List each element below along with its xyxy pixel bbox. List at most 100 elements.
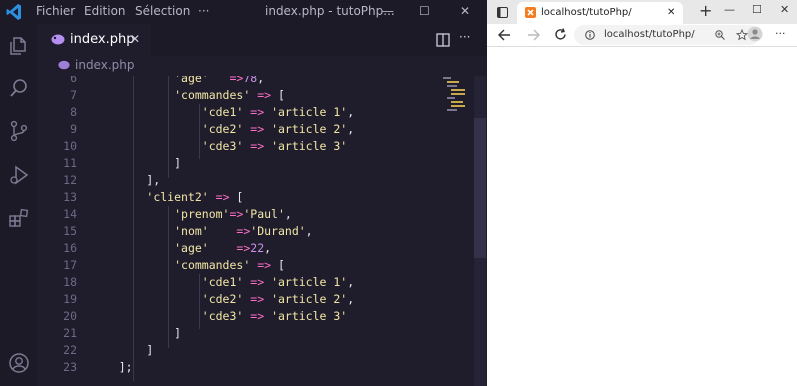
code-line[interactable]: 'commandes' => [	[91, 257, 285, 274]
code-line[interactable]: 'prenom'=>'Paul',	[91, 206, 292, 223]
editor-tab-bar: index.php ✕ ···	[37, 24, 487, 56]
code-editor[interactable]: 6 7 8 9 10 11 12 13 14 15 16 17 18 19 20 21 22 23 'age' =…	[37, 76, 487, 386]
code-token: =>	[229, 207, 244, 221]
account-icon[interactable]	[8, 352, 30, 374]
search-icon[interactable]	[8, 77, 30, 99]
browser-tab-close-button[interactable]: ✕	[667, 7, 675, 18]
code-line[interactable]: ]	[91, 325, 181, 342]
vscode-titlebar: Fichier Edition Sélection ··· index.php …	[0, 0, 487, 24]
browser-menu-button[interactable]: ···	[775, 27, 786, 40]
code-token: =>	[250, 122, 265, 136]
minimize-button[interactable]: —	[382, 4, 394, 18]
vscode-logo-icon	[6, 4, 21, 20]
menu-selection[interactable]: Sélection	[135, 4, 190, 18]
refresh-icon[interactable]	[554, 28, 567, 41]
code-line[interactable]: 'cde1' => 'article 1',	[91, 274, 354, 291]
line-number: 14	[63, 207, 77, 221]
code-line[interactable]: 'cde3' => 'article 3'	[91, 138, 347, 155]
code-line[interactable]: 'cde1' => 'article 1',	[91, 104, 354, 121]
code-token: =>	[250, 275, 265, 289]
activity-bar	[0, 24, 37, 386]
code-token: 'article 1'	[271, 105, 348, 119]
profile-avatar-icon[interactable]	[747, 26, 763, 42]
code-line[interactable]: ]	[91, 342, 153, 359]
line-number: 6	[70, 76, 77, 85]
browser-tab-title: localhost/tutoPhp/	[541, 7, 632, 18]
code-line[interactable]: ];	[91, 359, 133, 376]
maximize-button[interactable]: ☐	[419, 4, 430, 18]
line-number: 21	[63, 326, 77, 340]
extensions-icon[interactable]	[8, 207, 30, 229]
window-title: index.php - tutoPhp...	[265, 4, 395, 18]
forward-arrow-icon[interactable]	[527, 29, 540, 41]
line-number: 10	[63, 139, 77, 153]
browser-minimize-button[interactable]: —	[724, 3, 735, 16]
code-token: =>	[215, 190, 230, 204]
code-line[interactable]: 'cde2' => 'article 2',	[91, 121, 354, 138]
code-token: ,	[347, 105, 355, 119]
url-text[interactable]: localhost/tutoPhp/	[604, 29, 695, 40]
code-line[interactable]: 'nom' =>'Durand',	[91, 223, 313, 240]
browser-maximize-button[interactable]: ☐	[752, 3, 762, 16]
line-number: 15	[63, 224, 77, 238]
tab-close-button[interactable]: ✕	[130, 32, 140, 46]
code-token: =>	[250, 309, 265, 323]
code-line[interactable]: ]	[91, 155, 181, 172]
code-token: ,	[264, 241, 272, 255]
code-token: 'cde2'	[201, 292, 244, 306]
code-token: ]	[91, 156, 182, 170]
code-line[interactable]: 'age' =>78,	[91, 76, 264, 87]
code-token: 'cde3'	[201, 139, 244, 153]
back-arrow-icon[interactable]	[498, 29, 511, 41]
address-bar[interactable]: localhost/tutoPhp/	[574, 25, 759, 45]
source-control-icon[interactable]	[8, 120, 30, 142]
split-editor-icon[interactable]	[436, 33, 450, 47]
code-token: =>	[250, 139, 265, 153]
editor-more-button[interactable]: ···	[459, 30, 470, 44]
code-token: 'commandes'	[174, 88, 251, 102]
menu-more-button[interactable]: ···	[198, 4, 209, 18]
code-token: 'article 3'	[271, 309, 348, 323]
code-token: ,	[347, 122, 355, 136]
scrollbar-thumb[interactable]	[474, 118, 486, 258]
code-token: =>	[229, 76, 244, 85]
line-number: 13	[63, 190, 77, 204]
menu-edition[interactable]: Edition	[84, 4, 126, 18]
line-number: 8	[70, 105, 77, 119]
editor-scrollbar[interactable]	[474, 76, 486, 386]
code-line[interactable]: 'cde3' => 'article 3'	[91, 308, 347, 325]
code-token: ],	[91, 173, 161, 187]
code-area[interactable]: 'age' =>78, 'commandes' => [ 'cde1' => '…	[91, 76, 471, 386]
info-icon[interactable]	[585, 30, 595, 40]
code-token: ]	[91, 326, 182, 340]
code-line[interactable]: 'commandes' => [	[91, 87, 285, 104]
new-tab-button[interactable]: +	[699, 1, 712, 20]
code-token: =>	[257, 88, 272, 102]
page-content-blank	[487, 47, 797, 386]
code-token: =>	[250, 105, 265, 119]
run-debug-icon[interactable]	[8, 164, 30, 186]
code-line[interactable]: 'age' =>22,	[91, 240, 271, 257]
browser-close-button[interactable]: ✕	[780, 3, 789, 16]
close-window-button[interactable]: ✕	[460, 4, 470, 18]
minimap[interactable]	[441, 75, 473, 115]
browser-tab-localhost[interactable]: localhost/tutoPhp/ ✕	[517, 2, 683, 24]
breadcrumb-file[interactable]: index.php	[75, 58, 134, 72]
browser-tab-strip: localhost/tutoPhp/ ✕ + — ☐ ✕	[487, 0, 797, 24]
tab-index-php[interactable]: index.php ✕	[37, 24, 151, 56]
line-number: 11	[63, 156, 77, 170]
code-line[interactable]: 'cde2' => 'article 2',	[91, 291, 354, 308]
explorer-icon[interactable]	[8, 35, 30, 57]
code-line[interactable]: 'client2' => [	[91, 189, 243, 206]
code-token: ];	[91, 360, 133, 374]
menu-fichier[interactable]: Fichier	[36, 4, 75, 18]
tab-actions-icon[interactable]	[497, 7, 508, 18]
zoom-icon[interactable]	[715, 30, 725, 40]
code-token: 'cde1'	[201, 105, 244, 119]
code-line[interactable]: ],	[91, 172, 160, 189]
